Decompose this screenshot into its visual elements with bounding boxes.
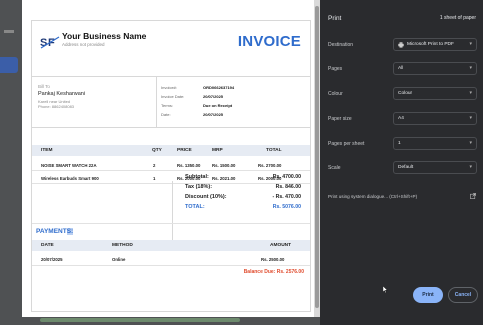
business-address: Address not provided	[62, 42, 105, 47]
pages-per-sheet-select[interactable]: 1 ▾	[393, 137, 477, 150]
pages-label: Pages	[328, 66, 343, 72]
item-total: Rs. 2700.00	[258, 163, 282, 168]
left-tab-indicator[interactable]	[0, 57, 18, 73]
item-name: NOISE SMART WATCH 22A	[41, 163, 97, 168]
business-logo-icon: S F	[39, 33, 61, 51]
destination-select[interactable]: Microsoft Print to PDF ▾	[393, 38, 477, 51]
pages-value: All	[398, 66, 404, 71]
item-mrp: Rs. 2021.00	[212, 176, 236, 181]
col-total: TOTAL	[266, 148, 282, 153]
col-method: METHOD	[112, 243, 133, 248]
customer-name: Pankaj Kesharwani	[38, 91, 86, 97]
chevron-down-icon: ▾	[469, 115, 472, 121]
item-mrp: Rs. 1500.00	[212, 163, 236, 168]
left-app-strip	[0, 0, 22, 325]
pages-per-sheet-label: Pages per sheet	[328, 141, 365, 147]
print-settings-panel: Print 1 sheet of paper Destination Micro…	[320, 0, 483, 325]
destination-label: Destination	[328, 42, 354, 48]
item-price: Rs. 1350.00	[177, 163, 201, 168]
totals-divider	[172, 181, 173, 246]
discount-value: - Rs. 470.00	[272, 194, 301, 200]
cancel-button[interactable]: Cancel	[448, 287, 478, 303]
printer-icon	[398, 42, 404, 48]
col-item: ITEM	[41, 148, 53, 153]
col-mrp: MRP	[212, 148, 223, 153]
row-divider	[32, 170, 310, 171]
meta-value: 20/07/2025	[203, 94, 224, 99]
meta-label: Invoice#:	[161, 85, 178, 90]
subtotal-value: Rs. 4700.00	[272, 174, 301, 180]
chevron-down-icon: ▾	[469, 41, 472, 47]
tax-label: Tax (18%):	[185, 184, 213, 190]
meta-value: 20/07/2025	[203, 112, 224, 117]
pages-per-sheet-value: 1	[398, 141, 401, 146]
section-divider	[32, 223, 310, 224]
subtotal-label: Subtotal:	[185, 174, 209, 180]
row-divider	[32, 183, 310, 184]
bill-to-label: Bill To	[38, 84, 50, 89]
col-amount: AMOUNT	[270, 243, 292, 248]
chevron-down-icon: ▾	[469, 90, 472, 96]
discount-label: Discount (10%):	[185, 194, 227, 200]
balance-due: Balance Due: Rs. 2576.00	[243, 269, 304, 275]
colour-select[interactable]: Colour ▾	[393, 87, 477, 100]
total-label: TOTAL:	[185, 204, 205, 210]
preview-scrollbar-thumb[interactable]	[315, 6, 319, 308]
total-value: Rs. 5076.00	[272, 204, 301, 210]
meta-label: Terms:	[161, 103, 173, 108]
col-date: DATE	[41, 243, 54, 248]
open-external-icon[interactable]	[470, 193, 476, 199]
customer-phone: Phone: 8862408083	[38, 104, 75, 109]
paper-size-select[interactable]: A4 ▾	[393, 112, 477, 125]
payments-table-header: DATE METHOD AMOUNT	[32, 240, 310, 251]
bill-to-section: Bill To Pankaj Kesharwani Karell near Un…	[32, 76, 310, 128]
text-selection-highlight: S:	[66, 228, 74, 235]
payment-amount: Rs. 2500.00	[261, 257, 285, 262]
row-divider	[32, 265, 310, 266]
item-qty: 1	[153, 176, 156, 181]
sheet-count: 1 sheet of paper	[439, 15, 476, 21]
item-qty: 2	[153, 163, 156, 168]
item-name: Wireless Earbuds Smart 900	[41, 176, 99, 181]
horizontal-scrollbar-thumb[interactable]	[40, 318, 240, 322]
paper-size-value: A4	[398, 116, 404, 121]
colour-label: Colour	[328, 91, 343, 97]
invoice-title: INVOICE	[237, 33, 301, 50]
chevron-down-icon: ▾	[469, 65, 472, 71]
svg-text:S: S	[40, 37, 47, 49]
meta-value: Due on Receipt	[203, 103, 233, 108]
system-dialog-link[interactable]: Print using system dialogue... (Ctrl+Shi…	[328, 194, 417, 199]
paper-size-label: Paper size	[328, 116, 352, 122]
items-table-header: ITEM QTY PRICE MRP TOTAL	[32, 145, 310, 156]
chevron-down-icon: ▾	[469, 164, 472, 170]
meta-label: Date:	[161, 112, 171, 117]
col-qty: QTY	[152, 148, 162, 153]
business-name: Your Business Name	[62, 31, 147, 41]
payments-title-text: PAYMENT	[36, 228, 67, 235]
tax-value: Rs. 846.00	[275, 184, 301, 190]
bill-divider	[156, 77, 157, 128]
invoice-page: S F Your Business Name Address not provi…	[31, 20, 311, 312]
scale-value: Default	[398, 165, 414, 170]
pages-select[interactable]: All ▾	[393, 62, 477, 75]
payments-title: PAYMENTS:	[36, 228, 74, 235]
left-strip-mark	[4, 30, 14, 33]
meta-value: ORD0662637194	[203, 85, 235, 90]
print-preview-sheet: S F Your Business Name Address not provi…	[22, 0, 314, 317]
print-button[interactable]: Print	[413, 287, 443, 303]
chevron-down-icon: ▾	[469, 140, 472, 146]
destination-value: Microsoft Print to PDF	[407, 42, 454, 47]
scale-select[interactable]: Default ▾	[393, 161, 477, 174]
payment-method: Online	[112, 257, 126, 262]
scale-label: Scale	[328, 165, 341, 171]
col-price: PRICE	[177, 148, 192, 153]
colour-value: Colour	[398, 91, 413, 96]
meta-label: Invoice Date:	[161, 94, 185, 99]
print-title: Print	[328, 15, 342, 22]
payment-date: 20/07/2025	[41, 257, 63, 262]
mouse-cursor-icon	[383, 286, 388, 293]
